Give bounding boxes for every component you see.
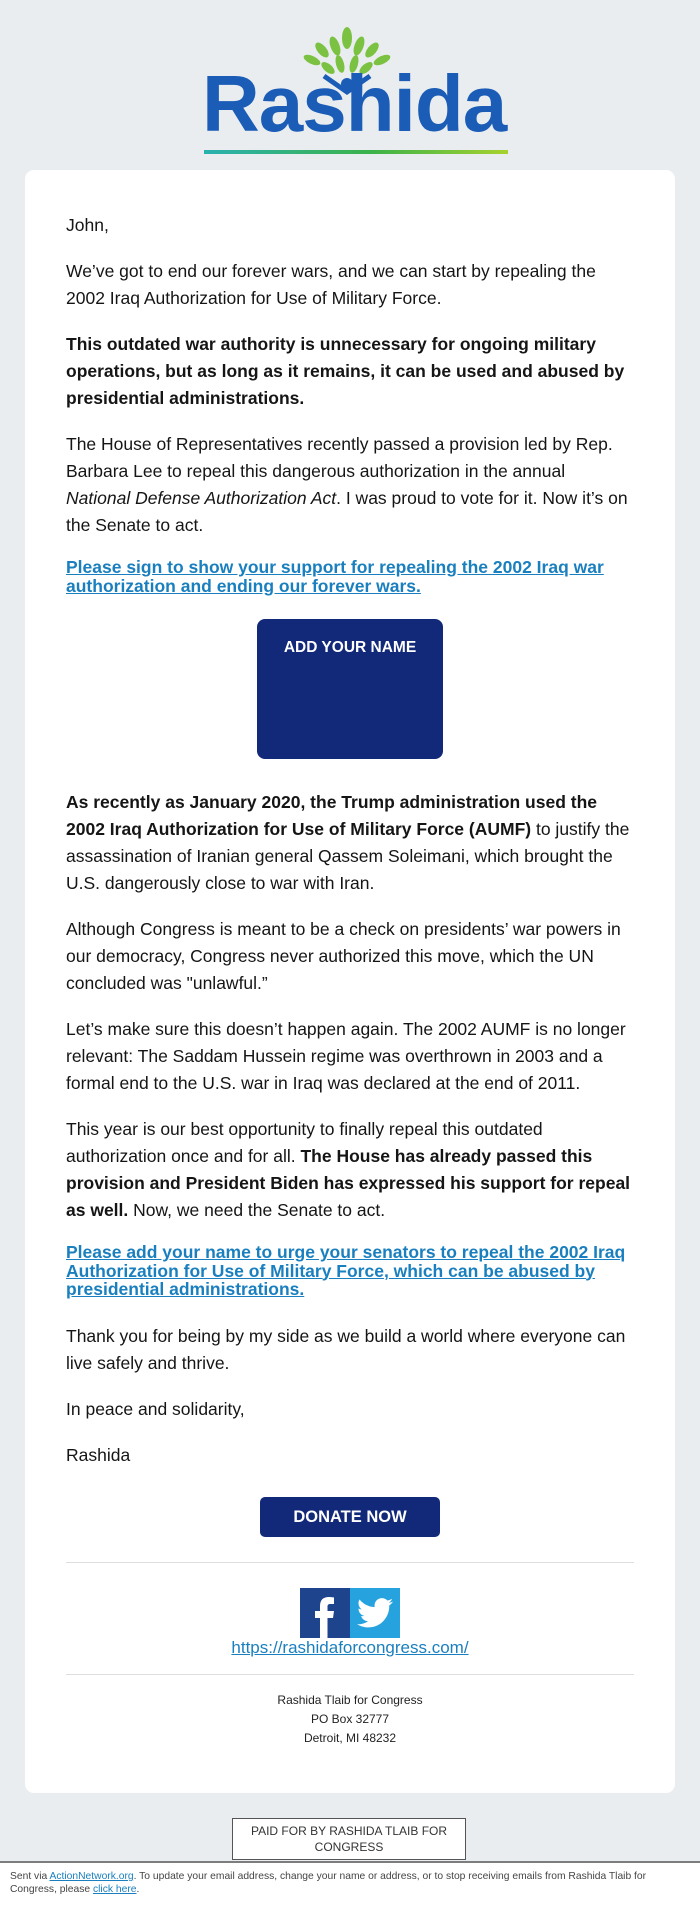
paragraph-not-again: Let’s make sure this doesn’t happen agai… [66,1019,626,1093]
paragraph-thank-you: Thank you for being by my side as we bui… [66,1325,626,1373]
text-bold: As recently as January 2020, the Trump a… [66,792,598,839]
website-link[interactable]: https://rashidaforcongress.com/ [231,1638,468,1657]
footer-text: Sent via [10,1871,50,1882]
address-line-3: Detroit, MI 48232 [303,1730,397,1745]
footer-text: . [136,1884,140,1895]
paragraph-link1: Please sign to show your support for rep… [66,558,634,595]
paragraph-outdated-authority: This outdated war authority is unnecessa… [66,334,625,408]
twitter-icon[interactable] [350,1587,400,1638]
unsubscribe-link[interactable]: click here [93,1884,137,1895]
urge-senators-link[interactable]: Please add your name to urge your senato… [66,1242,625,1299]
greeting: John, [66,215,109,235]
rashida-logo[interactable]: Rashida [190,22,510,154]
text-segment: Now, we need the Senate to act. [128,1200,386,1220]
facebook-f-glyph [315,1596,334,1638]
signature: Rashida [66,1444,131,1465]
add-name-container: ADD YOUR NAME [66,619,634,759]
logo-wordmark: Rashida [202,59,507,148]
paragraph-january-2020: As recently as January 2020, the Trump a… [66,789,634,897]
divider [66,1561,634,1563]
paragraph-congress-check: Although Congress is meant to be a check… [66,919,621,993]
website-link-container: https://rashidaforcongress.com/ [25,1638,675,1658]
mailing-address: Rashida Tlaib for Congress PO Box 32777 … [25,1691,675,1748]
add-your-name-button[interactable]: ADD YOUR NAME [257,619,443,759]
address-line-2: PO Box 32777 [310,1711,390,1726]
paid-for-disclaimer: PAID FOR BY RASHIDA TLAIB FOR CONGRESS [232,1818,466,1860]
paragraph-house-provision: The House of Representatives recently pa… [66,431,634,539]
closing: In peace and solidarity, [66,1398,245,1419]
twitter-bird-glyph [357,1597,393,1627]
header: Rashida [0,0,700,170]
address-line-1: Rashida Tlaib for Congress [277,1692,423,1707]
text-segment: The House of Representatives recently pa… [66,434,613,481]
email-card: John, We’ve got to end our forever wars,… [25,170,675,1793]
donate-container: DONATE NOW [25,1496,675,1537]
social-links [25,1587,675,1638]
email-body: John, We’ve got to end our forever wars,… [25,170,675,1469]
sign-petition-link[interactable]: Please sign to show your support for rep… [66,557,604,596]
email-page: Rashida John, We’ve got to end our forev… [0,0,700,1929]
paragraph-link2: Please add your name to urge your senato… [66,1243,634,1299]
paragraph-best-opportunity: This year is our best opportunity to fin… [66,1116,634,1224]
facebook-icon[interactable] [300,1587,350,1638]
action-network-link[interactable]: ActionNetwork.org [50,1871,134,1882]
divider [66,1673,634,1675]
donate-now-button[interactable]: DONATE NOW [260,1496,440,1537]
logo-gradient-bar [204,150,508,154]
footer: Sent via ActionNetwork.org. To update yo… [0,1863,700,1929]
ndaa-italic: National Defense Authorization Act [66,488,337,508]
paragraph-intro: We’ve got to end our forever wars, and w… [66,261,596,308]
